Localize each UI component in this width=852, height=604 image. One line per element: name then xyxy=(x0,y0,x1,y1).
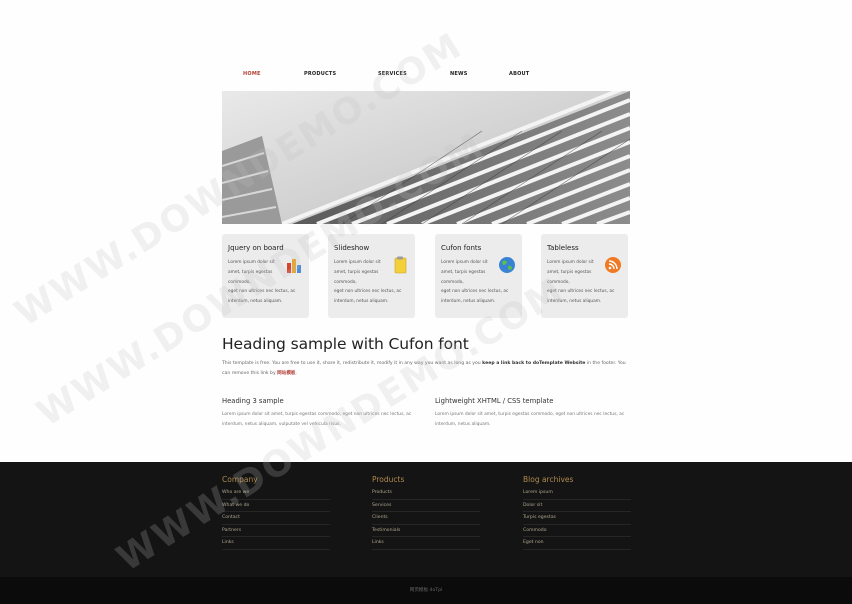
hero-building-image xyxy=(222,91,630,224)
footer-link[interactable]: Turpis egestas xyxy=(523,512,631,525)
footer-title: Blog archives xyxy=(523,475,574,484)
feature-box-cufon: Cufon fonts Lorem ipsum dolor sit amet, … xyxy=(435,234,522,318)
column-text-right: Lorem ipsum dolor sit amet, turpis egest… xyxy=(435,412,625,427)
template-link[interactable]: 网站模板 xyxy=(277,371,295,376)
feature-title: Jquery on board xyxy=(228,244,284,252)
nav-about[interactable]: ABOUT xyxy=(509,71,529,77)
feature-box-slideshow: Slideshow Lorem ipsum dolor sit amet, tu… xyxy=(328,234,415,318)
footer-link[interactable]: Links xyxy=(372,537,480,550)
feature-text-more: eget non ultrices nec lectus, ac interdu… xyxy=(334,289,402,305)
feature-text-more: eget non ultrices nec lectus, ac interdu… xyxy=(441,289,509,305)
feature-text: Lorem ipsum dolor sit amet, turpis egest… xyxy=(441,260,488,285)
column-heading-right: Lightweight XHTML / CSS template xyxy=(435,397,554,405)
nav-services[interactable]: SERVICES xyxy=(378,71,407,77)
footer-column-products: Products Products Services Clients Testi… xyxy=(372,475,480,550)
copyright-text: 网页模板 doTpl xyxy=(409,588,443,593)
footer-link[interactable]: Who are we xyxy=(222,487,330,500)
page-background xyxy=(0,0,852,462)
footer-link[interactable]: Clients xyxy=(372,512,480,525)
footer-title: Products xyxy=(372,475,405,484)
feature-box-jquery: Jquery on board Lorem ipsum dolor sit am… xyxy=(222,234,309,318)
feature-title: Tableless xyxy=(547,244,579,252)
nav-products[interactable]: PRODUCTS xyxy=(304,71,336,77)
page-heading: Heading sample with Cufon font xyxy=(222,335,469,353)
footer-link[interactable]: Links xyxy=(222,537,330,550)
main-nav: HOME PRODUCTS SERVICES NEWS ABOUT xyxy=(222,71,630,81)
intro-bold-link[interactable]: keep a link back to doTemplate Website xyxy=(482,361,585,366)
footer-link[interactable]: Contact xyxy=(222,512,330,525)
column-heading-left: Heading 3 sample xyxy=(222,397,284,405)
footer-column-blog: Blog archives Lorem ipsum Dolor sit Turp… xyxy=(523,475,631,550)
footer-link[interactable]: Lorem ipsum xyxy=(523,487,631,500)
footer-column-company: Company Who are we What we do Contact Pa… xyxy=(222,475,330,550)
footer-link[interactable]: Dolor sit xyxy=(523,500,631,513)
footer-link[interactable]: Partners xyxy=(222,525,330,538)
feature-box-tableless: Tableless Lorem ipsum dolor sit amet, tu… xyxy=(541,234,628,318)
footer-link[interactable]: Eget non xyxy=(523,537,631,550)
footer-link[interactable]: Services xyxy=(372,500,480,513)
footer-link[interactable]: Commodo xyxy=(523,525,631,538)
nav-home[interactable]: HOME xyxy=(243,71,261,77)
bottom-bar: 网页模板 doTpl xyxy=(0,577,852,604)
footer-link[interactable]: Products xyxy=(372,487,480,500)
feature-text: Lorem ipsum dolor sit amet, turpis egest… xyxy=(228,260,275,285)
intro-text: This template is free. You are free to u… xyxy=(222,361,483,366)
feature-text-more: eget non ultrices nec lectus, ac interdu… xyxy=(547,289,615,305)
feature-title: Slideshow xyxy=(334,244,370,252)
footer-link[interactable]: Testimonials xyxy=(372,525,480,538)
feature-text: Lorem ipsum dolor sit amet, turpis egest… xyxy=(547,260,594,285)
feature-text: Lorem ipsum dolor sit amet, turpis egest… xyxy=(334,260,381,285)
feature-text-more: eget non ultrices nec lectus, ac interdu… xyxy=(228,289,296,305)
column-text-left: Lorem ipsum dolor sit amet, turpis egest… xyxy=(222,412,412,427)
intro-paragraph: This template is free. You are free to u… xyxy=(222,359,630,379)
footer-title: Company xyxy=(222,475,258,484)
footer-link[interactable]: What we do xyxy=(222,500,330,513)
footer: Company Who are we What we do Contact Pa… xyxy=(0,462,852,577)
nav-news[interactable]: NEWS xyxy=(450,71,468,77)
intro-end: . xyxy=(295,371,297,376)
feature-title: Cufon fonts xyxy=(441,244,482,252)
